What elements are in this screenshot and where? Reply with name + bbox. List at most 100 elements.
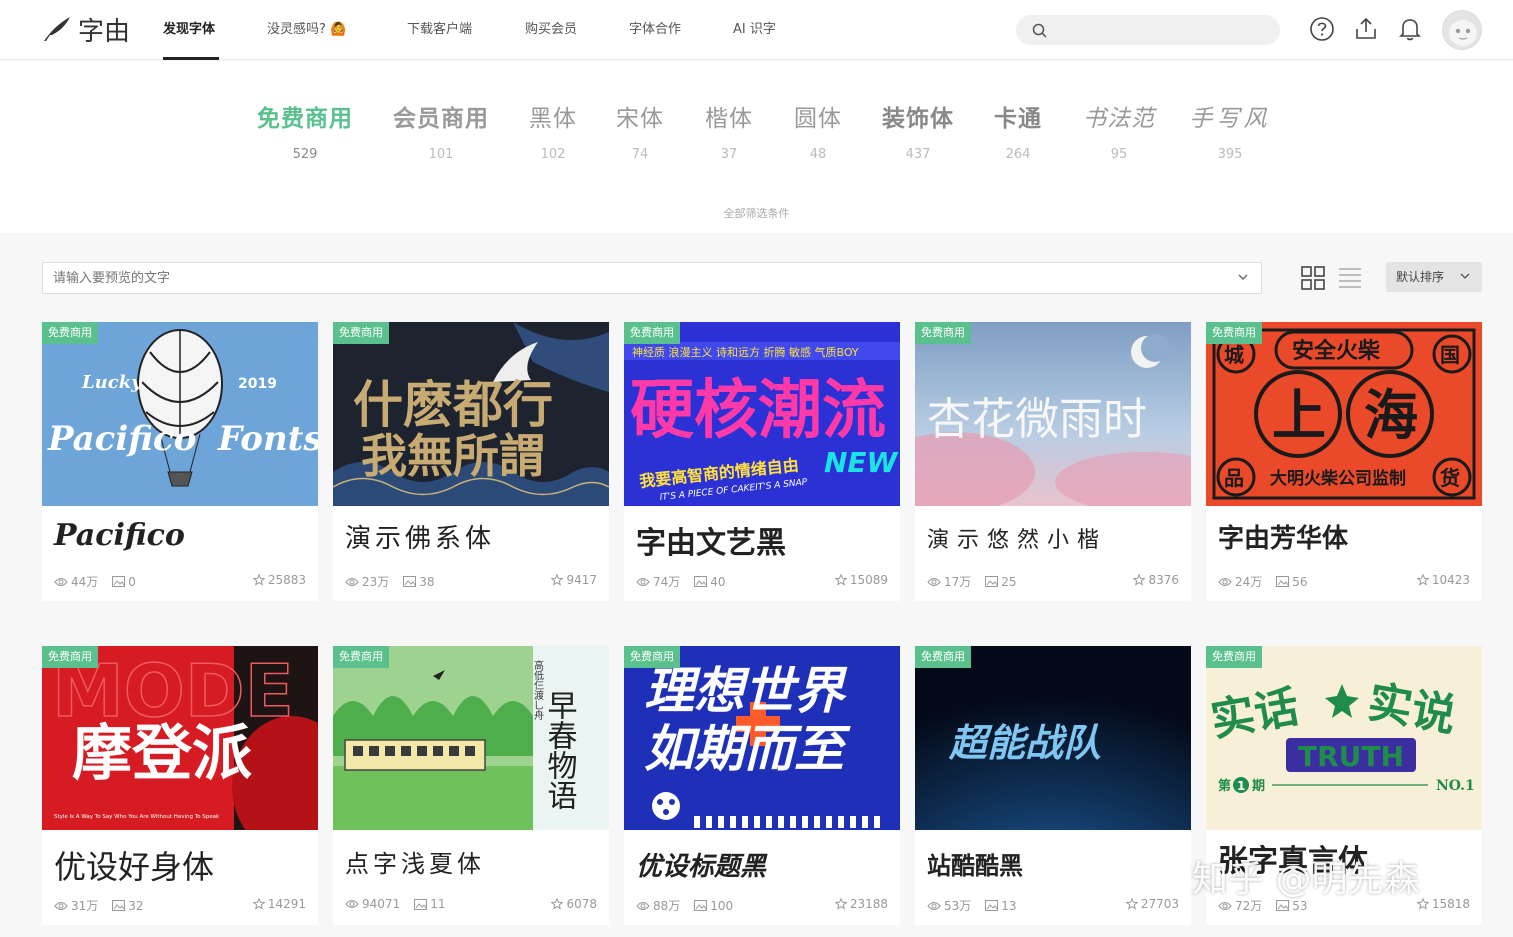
favorite-count[interactable]: 25883 bbox=[252, 573, 306, 587]
category-label: 黑体 bbox=[529, 106, 577, 132]
user-avatar[interactable] bbox=[1442, 10, 1482, 50]
nav-discover-fonts[interactable]: 发现字体 bbox=[163, 0, 215, 60]
search-input[interactable] bbox=[1056, 15, 1270, 45]
category-free-commercial[interactable]: 免费商用 529 bbox=[257, 99, 353, 162]
category-decorative[interactable]: 装饰体 437 bbox=[882, 99, 954, 162]
font-card[interactable]: 安全火柴 上 海 城 国 品 货 大明火柴公司监制 免费商用 字由芳华体 24万… bbox=[1206, 322, 1482, 601]
font-card[interactable]: Lucky 2019 Pacifico Fonts 免费商用 Pacifico … bbox=[42, 322, 318, 601]
font-name[interactable]: 点字浅夏体 bbox=[345, 844, 485, 879]
image-icon bbox=[414, 898, 428, 910]
preview-text-field[interactable] bbox=[42, 262, 1262, 294]
free-commercial-badge: 免费商用 bbox=[42, 322, 98, 344]
font-name[interactable]: 优设标题黑 bbox=[636, 846, 766, 883]
free-commercial-badge: 免费商用 bbox=[915, 322, 971, 344]
nav-font-cooperation[interactable]: 字体合作 bbox=[629, 0, 681, 60]
biaotihei-preview-art: 理想世界 如期而至 bbox=[624, 646, 900, 830]
font-name[interactable]: 字由芳华体 bbox=[1218, 518, 1348, 555]
all-filters-link[interactable]: 全部筛选条件 bbox=[0, 205, 1513, 221]
favorite-count[interactable]: 15089 bbox=[834, 573, 888, 587]
grid-view-icon[interactable] bbox=[1301, 266, 1325, 290]
star-icon bbox=[252, 574, 265, 586]
font-preview-image[interactable]: MODE 摩登派 Style Is A Way To Say Who You A… bbox=[42, 646, 318, 830]
category-kaiti[interactable]: 楷体 37 bbox=[705, 99, 753, 162]
eye-icon bbox=[636, 901, 650, 910]
image-icon bbox=[1276, 576, 1290, 587]
image-icon bbox=[985, 576, 999, 587]
font-card[interactable]: 什麽都行 我無所謂 免费商用 演示佛系体 23万 38 9417 bbox=[333, 322, 609, 601]
font-name[interactable]: 优设好身体 bbox=[54, 842, 214, 888]
category-member-commercial[interactable]: 会员商用 101 bbox=[393, 99, 489, 162]
image-icon bbox=[694, 576, 708, 587]
favorite-count[interactable]: 9417 bbox=[551, 573, 597, 587]
font-preview-image[interactable]: 实话 实说 TRUTH 第 1 期 NO.1 bbox=[1206, 646, 1482, 830]
favorite-count[interactable]: 15818 bbox=[1416, 897, 1470, 911]
image-count: 25 bbox=[1001, 574, 1017, 589]
view-count: 31万 bbox=[71, 899, 99, 913]
font-card[interactable]: MODE 摩登派 Style Is A Way To Say Who You A… bbox=[42, 646, 318, 925]
art-text-period: 期 bbox=[1252, 779, 1265, 794]
chevron-down-icon[interactable] bbox=[1237, 271, 1249, 283]
category-label: 免费商用 bbox=[257, 106, 353, 132]
font-preview-image[interactable]: 理想世界 如期而至 bbox=[624, 646, 900, 830]
art-text-right: 海 bbox=[1364, 384, 1418, 447]
search-box[interactable] bbox=[1016, 15, 1280, 45]
image-count: 38 bbox=[419, 574, 435, 589]
zhenyan-preview-art: 实话 实说 TRUTH 第 1 期 NO.1 bbox=[1206, 646, 1482, 830]
art-text-main: 超能战队 bbox=[948, 721, 1101, 765]
logo[interactable]: 字由 bbox=[42, 12, 130, 47]
image-count: 32 bbox=[128, 898, 144, 913]
favorite-count[interactable]: 10423 bbox=[1416, 573, 1470, 587]
nav-buy-membership[interactable]: 购买会员 bbox=[525, 0, 577, 60]
top-header: 字由 发现字体 没灵感吗? 🙆 下载客户端 购买会员 字体合作 AI 识字 bbox=[0, 0, 1513, 60]
star-icon bbox=[551, 574, 564, 586]
art-text-new: NEW bbox=[824, 446, 899, 479]
font-preview-image[interactable]: 神经质 浪漫主义 诗和远方 折腾 敏感 气质BOY 硬核潮流 我要高智商的情绪自… bbox=[624, 322, 900, 506]
font-preview-image[interactable]: Lucky 2019 Pacifico Fonts bbox=[42, 322, 318, 506]
font-card[interactable]: 理想世界 如期而至 免费商用 优设标题黑 88万 100 23188 bbox=[624, 646, 900, 925]
font-card[interactable]: 神经质 浪漫主义 诗和远方 折腾 敏感 气质BOY 硬核潮流 我要高智商的情绪自… bbox=[624, 322, 900, 601]
font-card[interactable]: 超能战队 免费商用 站酷酷黑 53万 13 27703 bbox=[915, 646, 1191, 925]
favorite-count[interactable]: 27703 bbox=[1125, 897, 1179, 911]
category-handwriting[interactable]: 手写风 395 bbox=[1190, 99, 1271, 162]
font-name[interactable]: 字由文艺黑 bbox=[636, 518, 786, 562]
category-calligraphy[interactable]: 书法范 95 bbox=[1083, 99, 1155, 162]
preview-text-input[interactable] bbox=[43, 263, 1223, 293]
font-preview-image[interactable]: 什麽都行 我無所謂 bbox=[333, 322, 609, 506]
font-name[interactable]: 站酷酷黑 bbox=[927, 846, 1023, 881]
font-preview-image[interactable]: 超能战队 bbox=[915, 646, 1191, 830]
favorite-count[interactable]: 6078 bbox=[551, 897, 597, 911]
category-songti[interactable]: 宋体 74 bbox=[616, 99, 664, 162]
eye-icon bbox=[54, 577, 68, 586]
category-cartoon[interactable]: 卡通 264 bbox=[994, 99, 1042, 162]
font-card[interactable]: 杏花微雨时 免费商用 演示悠然小楷 17万 25 8376 bbox=[915, 322, 1191, 601]
list-view-icon[interactable] bbox=[1338, 266, 1362, 290]
favorite-count[interactable]: 8376 bbox=[1133, 573, 1179, 587]
art-text-num: 1 bbox=[1237, 779, 1245, 793]
font-name[interactable]: 演示佛系体 bbox=[345, 518, 495, 555]
sort-dropdown[interactable]: 默认排序 bbox=[1386, 262, 1482, 292]
help-icon[interactable] bbox=[1309, 16, 1335, 42]
view-count: 24万 bbox=[1235, 575, 1263, 589]
category-yuanti[interactable]: 圆体 48 bbox=[794, 99, 842, 162]
bell-icon[interactable] bbox=[1397, 16, 1423, 42]
category-label: 书法范 bbox=[1083, 106, 1155, 132]
font-preview-image[interactable]: 早春物语 高低仨渡乚舟 bbox=[333, 646, 609, 830]
font-name[interactable]: Pacifico bbox=[54, 518, 185, 553]
favorite-count[interactable]: 23188 bbox=[834, 897, 888, 911]
category-heiti[interactable]: 黑体 102 bbox=[529, 99, 577, 162]
favorite-count[interactable]: 14291 bbox=[252, 897, 306, 911]
nav-inspiration[interactable]: 没灵感吗? 🙆 bbox=[267, 0, 346, 60]
category-count: 74 bbox=[631, 147, 649, 162]
font-card[interactable]: 早春物语 高低仨渡乚舟 免费商用 点字浅夏体 94071 11 6078 bbox=[333, 646, 609, 925]
art-text-left: Lucky bbox=[81, 372, 143, 393]
eye-icon bbox=[1218, 577, 1232, 586]
star-count: 25883 bbox=[267, 573, 306, 587]
upload-icon[interactable] bbox=[1353, 16, 1379, 42]
font-name[interactable]: 演示悠然小楷 bbox=[927, 522, 1107, 554]
font-preview-image[interactable]: 杏花微雨时 bbox=[915, 322, 1191, 506]
nav-download-client[interactable]: 下载客户端 bbox=[407, 0, 472, 60]
nav-ai-recognition[interactable]: AI 识字 bbox=[733, 0, 776, 60]
art-text-tr: 国 bbox=[1440, 343, 1460, 367]
font-preview-image[interactable]: 安全火柴 上 海 城 国 品 货 大明火柴公司监制 bbox=[1206, 322, 1482, 506]
star-count: 10423 bbox=[1431, 573, 1470, 587]
